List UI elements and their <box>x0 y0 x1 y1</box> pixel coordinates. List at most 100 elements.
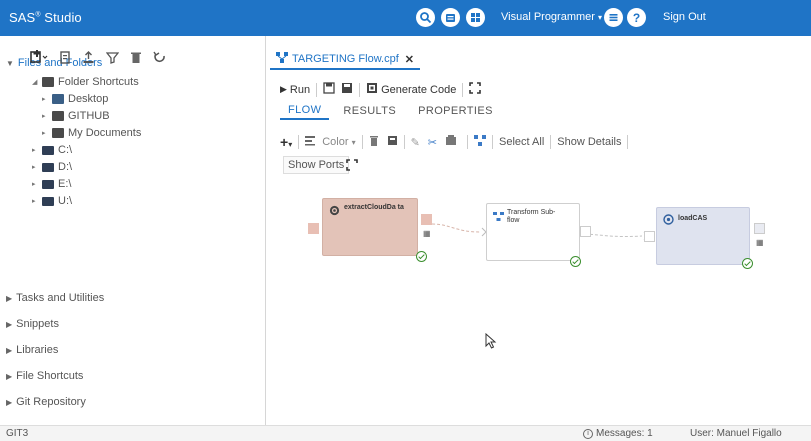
sign-out-link[interactable]: Sign Out <box>663 11 706 23</box>
chevron-down-icon: ▾ <box>351 138 356 147</box>
close-tab-icon[interactable]: ✕ <box>405 53 414 66</box>
run-button[interactable]: ▶ Run <box>280 84 310 96</box>
expand-caret-icon: ▶ <box>6 372 13 381</box>
section-snippets[interactable]: ▶ Snippets <box>6 318 59 330</box>
section-label: File Shortcuts <box>16 370 84 382</box>
delete-node-icon[interactable] <box>369 135 379 149</box>
expand-caret-icon: ▶ <box>6 346 13 355</box>
refresh-icon[interactable] <box>153 51 167 67</box>
disconnect-icon[interactable]: ✂ <box>428 136 437 149</box>
generate-code-button[interactable]: Generate Code <box>366 82 456 97</box>
search-icon[interactable] <box>416 8 435 27</box>
copy-icon[interactable] <box>387 135 398 149</box>
delete-icon[interactable] <box>130 51 142 67</box>
node-properties-icon[interactable] <box>445 135 457 149</box>
output-port[interactable] <box>754 223 765 234</box>
section-label: Git Repository <box>16 396 86 408</box>
editor-toolbar: ▶ Run Generate Code <box>280 82 482 97</box>
color-menu[interactable]: Color ▾ <box>322 136 355 148</box>
fit-to-screen-icon[interactable] <box>346 159 358 174</box>
expand-caret-icon: ▶ <box>6 320 13 329</box>
section-git-repository[interactable]: ▶ Git Repository <box>6 396 86 408</box>
new-item-icon[interactable] <box>441 8 460 27</box>
help-icon[interactable]: ? <box>627 8 646 27</box>
desktop-icon <box>52 94 64 104</box>
folder-shortcut-icon <box>42 77 54 87</box>
generate-code-label: Generate Code <box>381 83 457 96</box>
node-transform[interactable]: Transform Sub-flow <box>486 203 580 261</box>
tab-flow[interactable]: FLOW <box>280 102 330 120</box>
node-title: loadCAS <box>678 215 708 222</box>
tree-item-drive-d[interactable]: ▸ D:\ <box>32 161 72 173</box>
section-libraries[interactable]: ▶ Libraries <box>6 344 58 356</box>
tree-item-drive-e[interactable]: ▸ E:\ <box>32 178 71 190</box>
input-port[interactable] <box>308 223 319 234</box>
drive-icon <box>42 179 54 189</box>
section-file-shortcuts[interactable]: ▶ File Shortcuts <box>6 370 83 382</box>
show-details-button[interactable]: Show Details <box>557 136 621 148</box>
section-tasks-utilities[interactable]: ▶ Tasks and Utilities <box>6 292 104 304</box>
add-node-button[interactable]: +▾ <box>280 134 292 150</box>
output-port[interactable] <box>421 214 432 225</box>
upload-icon[interactable] <box>82 50 95 67</box>
table-icon: ▦ <box>756 238 764 247</box>
new-menu-icon[interactable] <box>30 50 48 67</box>
tree-item-label: My Documents <box>68 127 142 139</box>
navigation-pane: ▼ Files and Folders <box>0 36 266 425</box>
save-icon[interactable] <box>323 82 335 97</box>
tab-targeting-flow[interactable]: TARGETING Flow.cpf ✕ <box>270 50 420 70</box>
tree-item-drive-c[interactable]: ▸ C:\ <box>32 144 72 156</box>
generate-code-icon <box>366 82 378 97</box>
menu-icon[interactable] <box>604 8 623 27</box>
filter-icon[interactable] <box>105 51 120 67</box>
input-port[interactable] <box>644 231 655 242</box>
toolbar-divider <box>361 135 363 149</box>
maximize-icon[interactable] <box>469 82 482 97</box>
app-header: SAS® Studio Visual Programmer ▾ ? Sign Ou… <box>0 0 811 36</box>
flow-layout-icon[interactable] <box>474 135 487 149</box>
apps-icon[interactable] <box>466 8 485 27</box>
connect-icon[interactable]: ✎ <box>411 136 420 149</box>
documents-icon <box>52 128 64 138</box>
tree-item-my-documents[interactable]: ▸ My Documents <box>42 127 141 139</box>
tab-properties[interactable]: PROPERTIES <box>410 103 501 119</box>
tree-item-github[interactable]: ▸ GITHUB <box>42 110 110 122</box>
tree-expand-caret-icon: ▸ <box>32 181 36 188</box>
tree-item-folder-shortcuts[interactable]: ◢ Folder Shortcuts <box>32 76 139 88</box>
tree-item-drive-u[interactable]: ▸ U:\ <box>32 195 72 207</box>
show-ports-button[interactable]: Show Ports <box>283 156 350 174</box>
perspective-label: Visual Programmer <box>501 11 595 23</box>
run-label: Run <box>289 83 311 96</box>
chevron-down-icon: ▾ <box>288 140 293 149</box>
editor-tabstrip: TARGETING Flow.cpf ✕ <box>270 50 420 70</box>
align-icon[interactable] <box>305 135 316 149</box>
success-check-icon <box>742 258 753 269</box>
messages-indicator[interactable]: i Messages: 1 <box>583 428 653 439</box>
flow-canvas[interactable]: extractCloudDa ta ▦ Transform Sub-flow l… <box>270 178 811 425</box>
tree-item-desktop[interactable]: ▸ Desktop <box>42 93 108 105</box>
properties-icon[interactable] <box>59 50 71 67</box>
info-icon: i <box>583 428 593 439</box>
tree-item-label: GITHUB <box>68 110 110 122</box>
toolbar-divider <box>403 135 405 149</box>
select-all-button[interactable]: Select All <box>499 136 544 148</box>
perspective-menu[interactable]: Visual Programmer ▾ <box>501 11 602 23</box>
tab-results[interactable]: RESULTS <box>335 103 404 119</box>
tree-expand-caret-icon: ▸ <box>32 198 36 205</box>
tree-item-label: E:\ <box>58 178 72 190</box>
flow-subtabs: FLOW RESULTS PROPERTIES <box>280 100 507 122</box>
save-as-icon[interactable] <box>341 82 353 97</box>
chevron-down-icon: ▾ <box>597 13 602 22</box>
section-label: Libraries <box>16 344 59 356</box>
flow-file-icon <box>276 52 288 66</box>
toolbar-divider <box>462 82 464 97</box>
drive-icon <box>42 162 54 172</box>
brand-name: SAS <box>9 10 36 25</box>
status-workspace: GIT3 <box>6 428 29 439</box>
folder-icon <box>52 111 64 121</box>
node-loadcas[interactable]: loadCAS <box>656 207 750 265</box>
node-extract[interactable]: extractCloudDa ta <box>322 198 418 256</box>
cas-server-icon <box>663 214 674 228</box>
toolbar-divider <box>298 135 300 149</box>
output-port[interactable] <box>580 226 591 237</box>
